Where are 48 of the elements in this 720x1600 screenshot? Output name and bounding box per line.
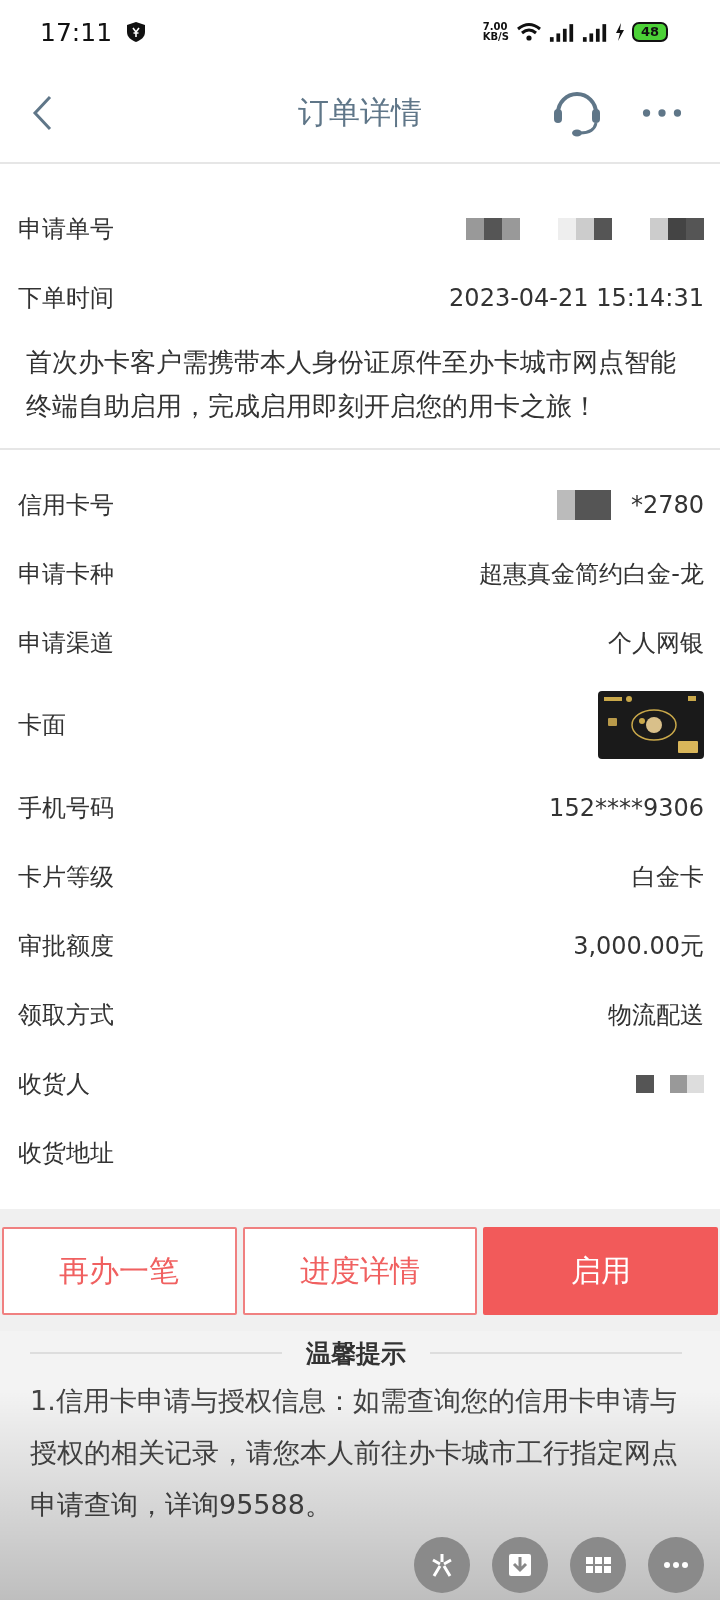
masked-value [558, 217, 612, 240]
field-value: 个人网银 [608, 627, 704, 659]
field-value: *2780 [630, 490, 704, 519]
more-icon[interactable] [642, 108, 682, 118]
field-label: 卡面 [18, 710, 66, 741]
masked-value [636, 1074, 654, 1093]
field-label: 手机号码 [18, 792, 114, 824]
charging-icon [614, 23, 625, 41]
field-label: 申请单号 [18, 213, 114, 245]
field-label: 信用卡号 [18, 489, 114, 521]
masked-value [466, 217, 520, 240]
download-button[interactable] [492, 1537, 548, 1593]
shield-icon [126, 21, 147, 43]
page-title: 订单详情 [298, 93, 422, 132]
field-label: 审批额度 [18, 930, 114, 962]
more-icon [663, 1561, 689, 1569]
field-label: 收货地址 [18, 1137, 114, 1169]
pinwheel-button[interactable] [414, 1537, 470, 1593]
network-speed: 7.00 KB/S [482, 22, 509, 42]
grid-button[interactable] [570, 1537, 626, 1593]
notice-text: 首次办卡客户需携带本人身份证原件至办卡城市网点智能终端自助启用，完成启用即刻开启您的用卡之旅！ [25, 346, 677, 423]
action-button[interactable]: 进度详情 [242, 1227, 478, 1315]
action-button[interactable]: 启用 [483, 1227, 718, 1315]
field-label: 卡片等级 [18, 861, 114, 893]
headset-icon[interactable] [552, 89, 602, 137]
field-value: 3,000.00元 [573, 930, 704, 962]
masked-value [650, 217, 704, 240]
signal-icon [581, 21, 608, 43]
field-label: 收货人 [18, 1068, 90, 1100]
field-value: 物流配送 [608, 999, 704, 1031]
field-value: 2023-04-21 15:14:31 [449, 283, 704, 312]
field-label: 领取方式 [18, 999, 114, 1031]
more-button[interactable] [648, 1537, 704, 1593]
action-button[interactable]: 再办一笔 [2, 1227, 237, 1315]
field-label: 申请渠道 [18, 627, 114, 659]
field-label: 申请卡种 [18, 558, 114, 590]
field-value: 152****9306 [549, 793, 704, 822]
status-time: 17:11 [40, 17, 113, 47]
masked-value [556, 489, 611, 520]
back-icon[interactable] [32, 95, 52, 131]
battery-indicator: 48 [631, 22, 668, 42]
tips-text: 1.信用卡申请与授权信息：如需查询您的信用卡申请与授权的相关记录，请您本人前往办卡城市工行指定网点申请查询，详询95588。 [30, 1384, 679, 1522]
field-value: 超惠真金简约白金-龙 [479, 558, 704, 590]
masked-value [670, 1074, 704, 1093]
field-label: 下单时间 [18, 282, 114, 314]
wifi-icon [515, 22, 542, 42]
signal-icon [548, 21, 575, 43]
field-value: 白金卡 [632, 861, 704, 893]
